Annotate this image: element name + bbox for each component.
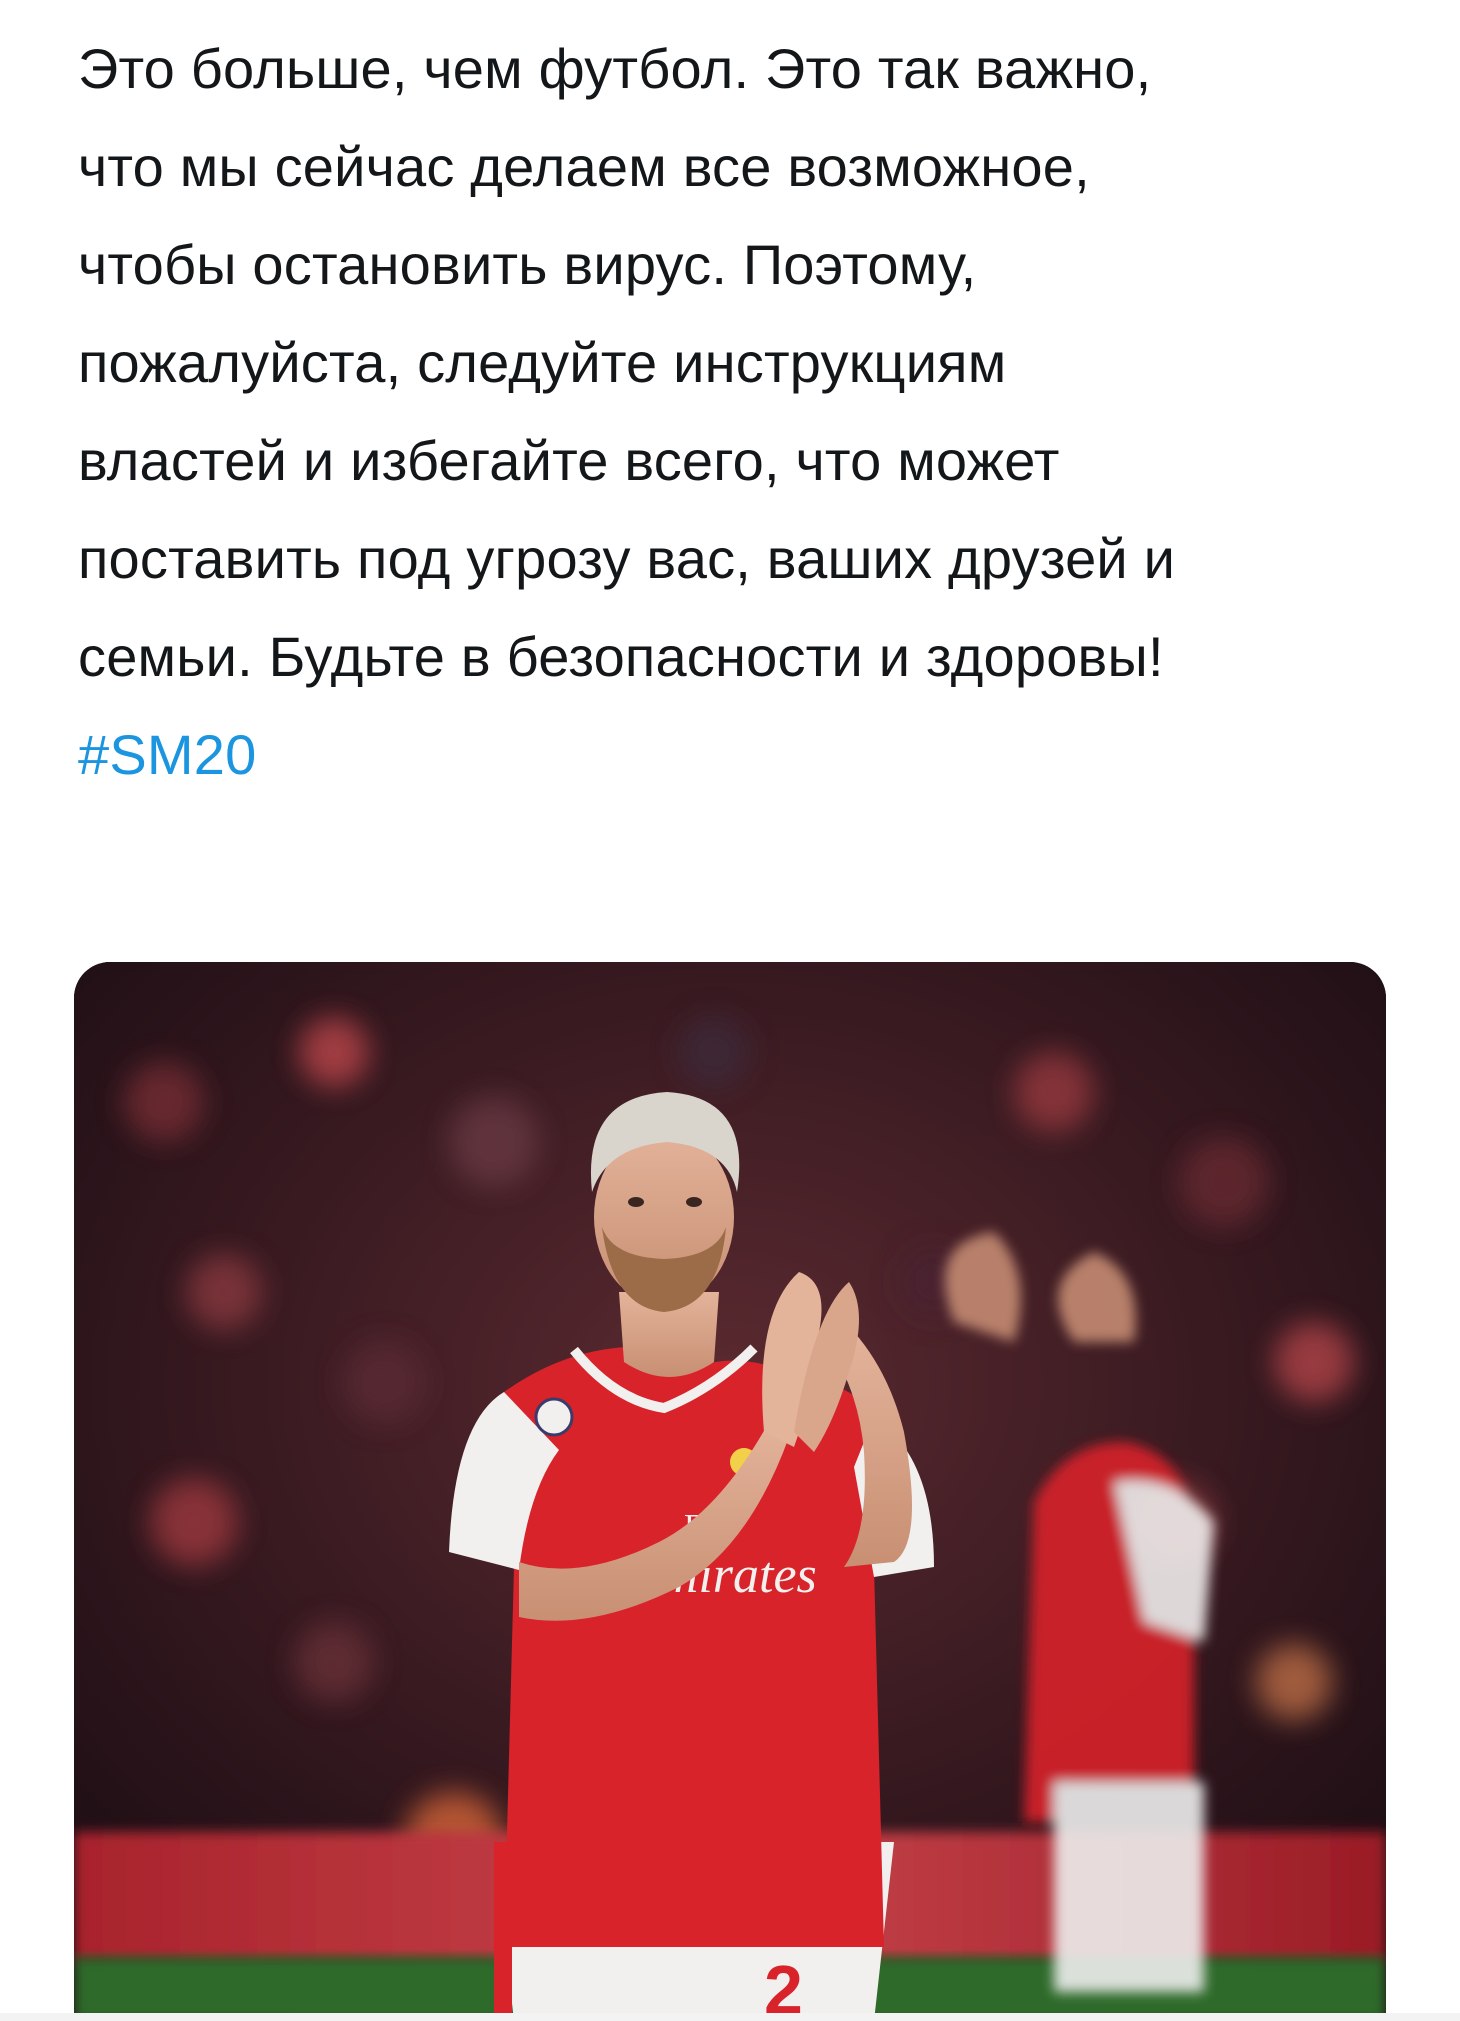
tweet-body: Это больше, чем футбол. Это так важно, ч… (78, 20, 1418, 804)
tweet-text-line: семьи. Будьте в безопасности и здоровы! (78, 625, 1164, 688)
footballer-photo: 2 Fly Emirates (74, 962, 1386, 2021)
tweet-media-photo[interactable]: 2 Fly Emirates (74, 962, 1386, 2021)
tweet-text-line: поставить под угрозу вас, ваших друзей и (78, 527, 1176, 590)
tweet-text-line: властей и избегайте всего, что может (78, 429, 1060, 492)
tweet-text-line: Это больше, чем футбол. Это так важно, (78, 37, 1152, 100)
tweet-text-line: что мы сейчас делаем все возможное, (78, 135, 1090, 198)
bottom-divider (0, 2013, 1460, 2021)
tweet-text-line: пожалуйста, следуйте инструкциям (78, 331, 1007, 394)
tweet-text-line: чтобы остановить вирус. Поэтому, (78, 233, 977, 296)
shorts-number-text: 2 (764, 1951, 803, 2021)
league-badge (534, 1397, 574, 1437)
hashtag-link[interactable]: #SM20 (78, 706, 1418, 804)
